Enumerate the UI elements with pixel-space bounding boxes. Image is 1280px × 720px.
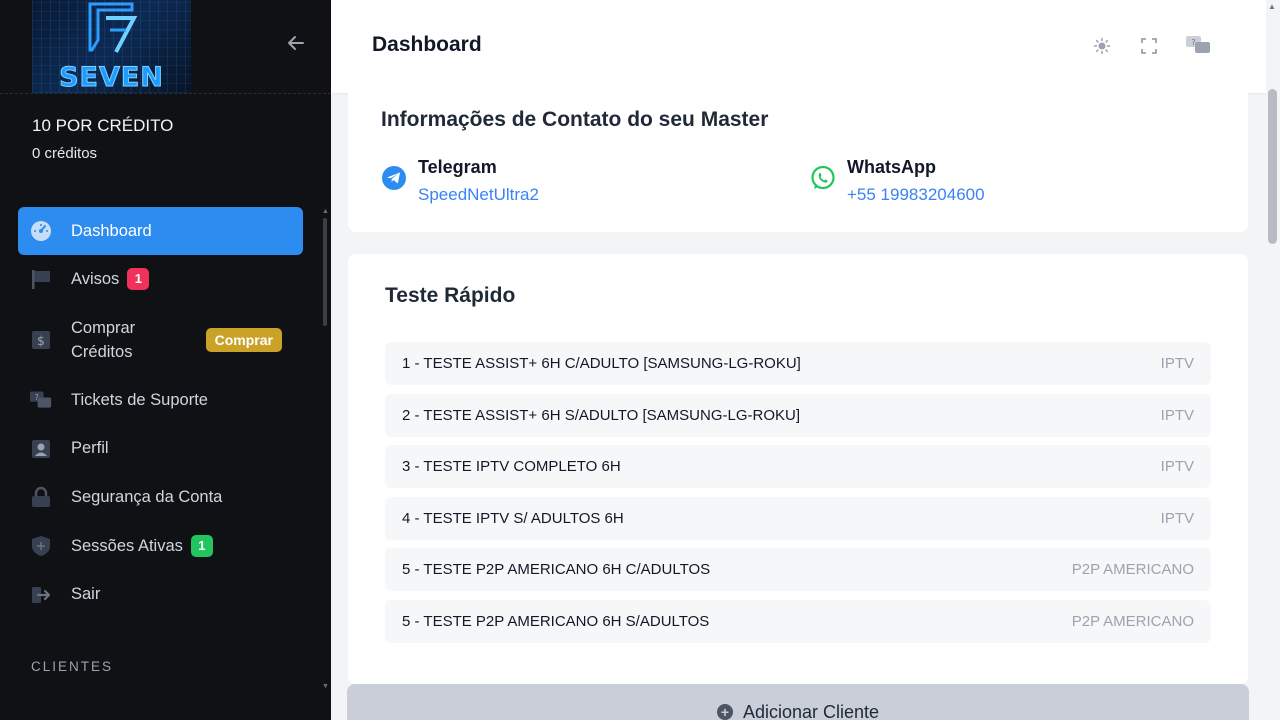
quick-test-row[interactable]: 2 - TESTE ASSIST+ 6H S/ADULTO [SAMSUNG-L… <box>385 393 1211 437</box>
sidebar-item-sair[interactable]: Sair <box>18 570 303 619</box>
top-header: Dashboard ? <box>331 0 1266 93</box>
section-label-clientes: CLIENTES <box>31 659 114 674</box>
sidebar: SEVEN 10 POR CRÉDITO 0 créditos Dashboar… <box>0 0 331 720</box>
add-client-label: Adicionar Cliente <box>742 701 880 720</box>
sidebar-nav: Dashboard Avisos 1 $ Comprar Créditos Co… <box>18 207 303 619</box>
sidebar-item-dashboard[interactable]: Dashboard <box>18 207 303 255</box>
test-name: 5 - TESTE P2P AMERICANO 6H S/ADULTOS <box>402 612 710 630</box>
sidebar-item-comprar-creditos[interactable]: $ Comprar Créditos Comprar <box>18 304 303 376</box>
sidebar-item-seguranca[interactable]: Segurança da Conta <box>18 473 303 522</box>
contact-card-title: Informações de Contato do seu Master <box>381 108 769 131</box>
flag-icon <box>30 268 52 290</box>
logout-icon <box>30 584 52 606</box>
sidebar-item-label: Segurança da Conta <box>71 487 223 506</box>
test-name: 4 - TESTE IPTV S/ ADULTOS 6H <box>402 509 624 527</box>
sidebar-scroll-up-icon[interactable]: ▲ <box>322 208 329 215</box>
arrow-left-icon <box>288 36 304 50</box>
avisos-count-badge: 1 <box>127 268 150 291</box>
brand-logo[interactable]: SEVEN <box>32 0 191 93</box>
sessions-count-badge: 1 <box>190 535 213 558</box>
fullscreen-button[interactable] <box>1136 33 1162 59</box>
sidebar-item-label: Sair <box>71 585 101 604</box>
add-client-button-content: + Adicionar Cliente <box>716 701 880 720</box>
sidebar-item-label: Comprar Créditos <box>71 316 135 364</box>
speedometer-icon <box>30 220 52 242</box>
telegram-icon <box>382 166 406 190</box>
sidebar-item-label: Sessões Ativas <box>71 536 183 555</box>
sidebar-item-sessoes[interactable]: Sessões Ativas 1 <box>18 522 303 571</box>
sidebar-divider <box>0 93 331 94</box>
sidebar-item-label: Dashboard <box>71 221 152 240</box>
quick-test-card: Teste Rápido 1 - TESTE ASSIST+ 6H C/ADUL… <box>348 254 1248 684</box>
add-client-button[interactable]: + Adicionar Cliente <box>347 684 1249 720</box>
theme-toggle-button[interactable] <box>1089 33 1115 59</box>
quick-test-row[interactable]: 3 - TESTE IPTV COMPLETO 6H IPTV <box>385 445 1211 489</box>
test-name: 1 - TESTE ASSIST+ 6H C/ADULTO [SAMSUNG-L… <box>402 355 801 372</box>
logo-text: SEVEN <box>59 62 164 94</box>
quick-test-row[interactable]: 5 - TESTE P2P AMERICANO 6H S/ADULTOS P2P… <box>385 599 1211 643</box>
sidebar-item-tickets[interactable]: ? Tickets de Suporte <box>18 376 303 425</box>
telegram-label: Telegram <box>418 157 497 177</box>
sun-icon <box>1093 37 1111 55</box>
whatsapp-label: WhatsApp <box>847 157 936 177</box>
credits-balance: 0 créditos <box>32 145 98 162</box>
svg-text:$: $ <box>37 334 45 348</box>
sidebar-scrollbar-thumb[interactable] <box>323 218 327 326</box>
test-name: 2 - TESTE ASSIST+ 6H S/ADULTO [SAMSUNG-L… <box>402 406 801 424</box>
main-scroll-up-icon[interactable]: ▲ <box>1268 2 1276 11</box>
main-scrollbar-thumb[interactable] <box>1268 89 1277 244</box>
plan-title: 10 POR CRÉDITO <box>32 116 174 135</box>
shield-icon <box>30 535 52 557</box>
collapse-sidebar-button[interactable] <box>284 34 308 58</box>
sidebar-item-label-line1: Comprar <box>71 318 136 337</box>
sidebar-item-avisos[interactable]: Avisos 1 <box>18 255 303 304</box>
test-type: IPTV <box>1160 355 1194 372</box>
buy-credits-button[interactable]: Comprar <box>205 327 282 352</box>
lock-icon <box>30 486 52 508</box>
telegram-username-link[interactable]: SpeedNetUltra2 <box>418 185 539 205</box>
sidebar-item-label: Tickets de Suporte <box>71 390 208 409</box>
page-title: Dashboard <box>372 33 482 56</box>
sidebar-item-label-line2: Créditos <box>71 342 133 361</box>
chat-bubbles-icon: ? <box>30 389 52 411</box>
test-name: 3 - TESTE IPTV COMPLETO 6H <box>402 458 621 476</box>
quick-test-row[interactable]: 1 - TESTE ASSIST+ 6H C/ADULTO [SAMSUNG-L… <box>385 342 1211 385</box>
whatsapp-icon <box>811 165 835 190</box>
test-type: IPTV <box>1160 406 1194 424</box>
test-type: IPTV <box>1160 458 1194 476</box>
sidebar-item-perfil[interactable]: Perfil <box>18 424 303 473</box>
seven-logo-icon <box>88 2 138 53</box>
quick-test-list: 1 - TESTE ASSIST+ 6H C/ADULTO [SAMSUNG-L… <box>385 342 1211 652</box>
test-type: P2P AMERICANO <box>1071 612 1194 630</box>
support-chat-button[interactable]: ? <box>1186 33 1212 59</box>
sidebar-item-label: Perfil <box>71 439 109 458</box>
whatsapp-number-link[interactable]: +55 19983204600 <box>847 185 985 205</box>
dollar-icon: $ <box>30 329 52 351</box>
sidebar-scroll-down-icon[interactable]: ▼ <box>322 683 329 690</box>
test-name: 5 - TESTE P2P AMERICANO 6H C/ADULTOS <box>402 561 711 579</box>
test-type: P2P AMERICANO <box>1071 561 1194 579</box>
master-contact-card: Informações de Contato do seu Master Tel… <box>348 93 1248 232</box>
test-type: IPTV <box>1160 509 1194 527</box>
user-icon <box>30 438 52 460</box>
plus-circle-icon: + <box>716 704 733 720</box>
quick-test-row[interactable]: 4 - TESTE IPTV S/ ADULTOS 6H IPTV <box>385 496 1211 540</box>
quick-test-row[interactable]: 5 - TESTE P2P AMERICANO 6H C/ADULTOS P2P… <box>385 548 1211 592</box>
quick-test-title: Teste Rápido <box>385 284 516 307</box>
svg-text:?: ? <box>1191 38 1195 47</box>
sidebar-item-label: Avisos <box>71 269 120 288</box>
chat-bubbles-icon: ? <box>1186 36 1210 53</box>
fullscreen-icon <box>1141 38 1157 54</box>
